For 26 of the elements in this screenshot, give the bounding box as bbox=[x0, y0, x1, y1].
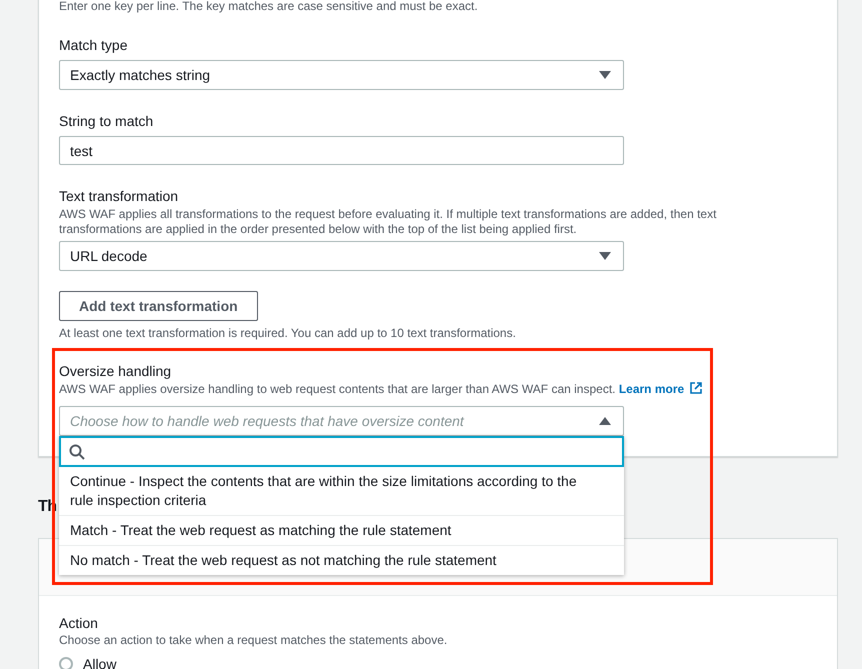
field-description: AWS WAF applies oversize handling to web request contents that are larger than AWS WAF can inspect. Learn more bbox=[59, 382, 702, 397]
caret-down-icon bbox=[599, 252, 611, 260]
field-description: Choose an action to take when a request matches the statements above. bbox=[59, 633, 448, 648]
field-label: Text transformation bbox=[59, 187, 178, 206]
field-label: Action bbox=[59, 614, 98, 633]
field-label: Oversize handling bbox=[59, 362, 172, 381]
search-icon bbox=[69, 444, 85, 460]
radio-label: Allow bbox=[83, 655, 116, 669]
external-link-icon bbox=[690, 382, 702, 394]
caret-up-icon bbox=[599, 417, 611, 425]
add-hint: At least one text transformation is required. You can add up to 10 text transformations. bbox=[59, 325, 516, 341]
field-label: String to match bbox=[59, 112, 154, 131]
learn-more-link[interactable]: Learn more bbox=[618, 382, 684, 396]
dropdown-option[interactable]: No match - Treat the web request as not matching the rule statement bbox=[59, 546, 624, 575]
text-input[interactable]: test bbox=[59, 136, 624, 165]
dropdown-option[interactable]: Match - Treat the web request as matching the rule statement bbox=[59, 516, 624, 546]
dropdown-select[interactable]: Exactly matches string bbox=[59, 60, 624, 90]
field-description: AWS WAF applies all transformations to the request before evaluating it. If multiple text transformations are added, then text transformations are applied in the order presented below with the top of the list being applied first. bbox=[59, 207, 718, 237]
key-hint: Enter one key per line. The key matches are case sensitive and must be exact. bbox=[59, 0, 478, 14]
add-text-transformation-button[interactable]: Add text transformation bbox=[59, 291, 258, 321]
caret-down-icon bbox=[599, 71, 611, 79]
radio-button[interactable] bbox=[59, 657, 73, 669]
dropdown-option[interactable]: Continue - Inspect the contents that are within the size limitations according to the rule inspection criteria bbox=[59, 467, 624, 516]
search-field[interactable] bbox=[59, 436, 624, 467]
dropdown-select[interactable]: URL decode bbox=[59, 241, 624, 271]
field-label: Match type bbox=[59, 36, 128, 55]
